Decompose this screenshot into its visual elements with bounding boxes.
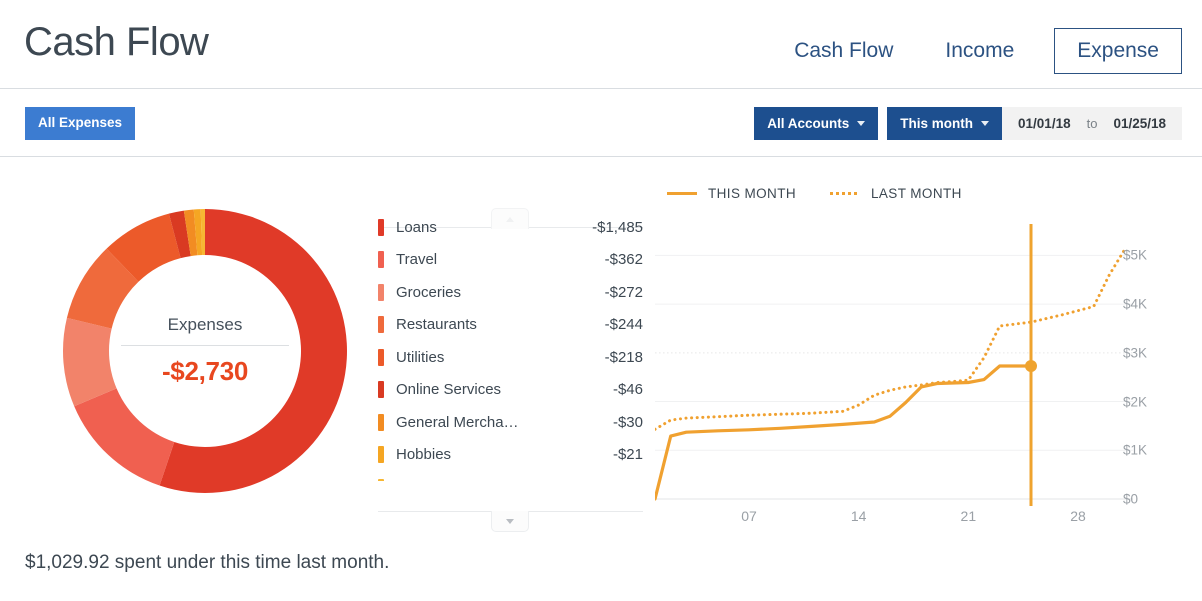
category-color-swatch [378, 413, 384, 431]
category-amount: -$272 [604, 283, 643, 301]
category-row[interactable]: Groceries -$272 [378, 276, 643, 309]
category-color-swatch [378, 381, 384, 399]
donut-center-summary: Expenses -$2,730 [121, 315, 289, 387]
chevron-up-icon [506, 216, 514, 222]
nav-link-cash-flow[interactable]: Cash Flow [768, 29, 919, 73]
category-name: Insurance [396, 479, 613, 481]
page-title: Cash Flow [24, 20, 209, 64]
legend-item-last-month: LAST MONTH [830, 186, 962, 201]
line-chart-svg [653, 224, 1133, 506]
legend-item-this-month: THIS MONTH [667, 186, 796, 201]
donut-center-label: Expenses [121, 315, 289, 346]
dotted-line-icon [830, 192, 860, 195]
account-filter-dropdown[interactable]: All Accounts [754, 107, 879, 140]
category-name: Groceries [396, 283, 462, 301]
category-color-swatch [378, 316, 384, 334]
chevron-down-icon [981, 121, 990, 126]
category-row[interactable]: General Mercha… -$30 [378, 406, 643, 439]
category-color-swatch [378, 478, 384, 481]
legend-label-this-month: THIS MONTH [708, 186, 796, 201]
chart-series-line [653, 247, 1127, 431]
nav-link-income[interactable]: Income [919, 29, 1040, 73]
period-filter-dropdown[interactable]: This month [887, 107, 1003, 140]
category-color-swatch [378, 283, 384, 301]
category-scroll-up-button[interactable] [491, 208, 529, 229]
category-name: Travel [396, 251, 438, 269]
category-amount: -$46 [612, 381, 643, 399]
category-amount: -$1,485 [592, 218, 643, 236]
line-chart-y-axis: $0 $1K $2K $3K $4K $5K [1115, 224, 1185, 507]
date-range: 01/01/18 to 01/25/18 [1002, 107, 1182, 140]
solid-line-icon [667, 192, 697, 195]
expenses-donut-chart[interactable]: Expenses -$2,730 [60, 206, 350, 496]
category-row[interactable]: Online Services -$46 [378, 374, 643, 407]
comparison-footnote: $1,029.92 spent under this time last mon… [25, 552, 390, 573]
x-axis-tick-label: 14 [850, 508, 867, 524]
nav-link-expense[interactable]: Expense [1054, 28, 1182, 74]
legend-label-last-month: LAST MONTH [871, 186, 962, 201]
y-axis-tick-label: $0 [1123, 491, 1139, 507]
category-row[interactable]: Travel -$362 [378, 244, 643, 277]
y-axis-tick-label: $2K [1123, 394, 1148, 410]
donut-center-amount: -$2,730 [161, 356, 249, 386]
category-row[interactable]: Restaurants -$244 [378, 309, 643, 342]
page-header: Cash Flow Cash Flow Income Expense [0, 0, 1202, 89]
x-axis-tick-label: 28 [1070, 508, 1086, 524]
x-axis-tick-label: 07 [741, 508, 757, 524]
cash-flow-page: Cash Flow Cash Flow Income Expense All E… [0, 0, 1202, 601]
main-content: Expenses -$2,730 Loans -$1,485 Travel -$362… [0, 158, 1202, 538]
top-nav: Cash Flow Income Expense [768, 28, 1182, 74]
category-name: Online Services [396, 381, 502, 399]
period-filter-label: This month [900, 116, 974, 131]
y-axis-tick-label: $4K [1123, 296, 1148, 312]
account-filter-label: All Accounts [767, 116, 850, 131]
filter-controls: All Accounts This month 01/01/18 to 01/2… [754, 107, 1182, 140]
chart-series-line [653, 364, 1033, 501]
donut-slice[interactable] [74, 388, 175, 486]
line-chart-legend: THIS MONTH LAST MONTH [667, 186, 962, 201]
category-amount: -$244 [604, 316, 643, 334]
category-amount: -$362 [604, 251, 643, 269]
category-amount: -$21 [612, 446, 643, 464]
category-color-swatch [378, 251, 384, 269]
category-name: Utilities [396, 348, 445, 366]
category-color-swatch [378, 348, 384, 366]
chevron-down-icon [506, 518, 514, 524]
category-row[interactable]: Hobbies -$21 [378, 439, 643, 472]
x-axis-tick-label: 21 [960, 508, 977, 524]
category-name: Hobbies [396, 446, 452, 464]
category-amount: -$13 [613, 479, 643, 481]
category-name: Restaurants [396, 316, 477, 334]
all-expenses-button[interactable]: All Expenses [25, 107, 136, 140]
date-from-field[interactable]: 01/01/18 [1018, 116, 1071, 131]
chevron-down-icon [857, 121, 866, 126]
category-amount: -$218 [604, 348, 643, 366]
spending-line-chart[interactable]: THIS MONTH LAST MONTH $0 $1K $2K $3K $4K $5K … [653, 186, 1185, 524]
category-row[interactable]: Insurance-$13 [378, 471, 643, 481]
line-chart-plot-area [653, 224, 1185, 506]
y-axis-tick-label: $5K [1123, 247, 1148, 263]
category-scroll-down-button[interactable] [491, 511, 529, 532]
category-color-swatch [378, 446, 384, 464]
current-value-marker[interactable] [1025, 359, 1037, 372]
category-list[interactable]: Loans -$1,485 Travel -$362 Groceries -$272 Res… [378, 211, 643, 481]
y-axis-tick-label: $1K [1123, 442, 1148, 458]
date-to-field[interactable]: 01/25/18 [1113, 116, 1166, 131]
category-row[interactable]: Utilities -$218 [378, 341, 643, 374]
y-axis-tick-label: $3K [1123, 345, 1148, 361]
line-chart-x-axis: 07 14 21 28 [655, 508, 1125, 528]
category-color-swatch [378, 218, 384, 236]
category-name: General Mercha… [396, 413, 519, 431]
date-range-separator: to [1086, 116, 1098, 131]
category-amount: -$30 [612, 413, 643, 431]
